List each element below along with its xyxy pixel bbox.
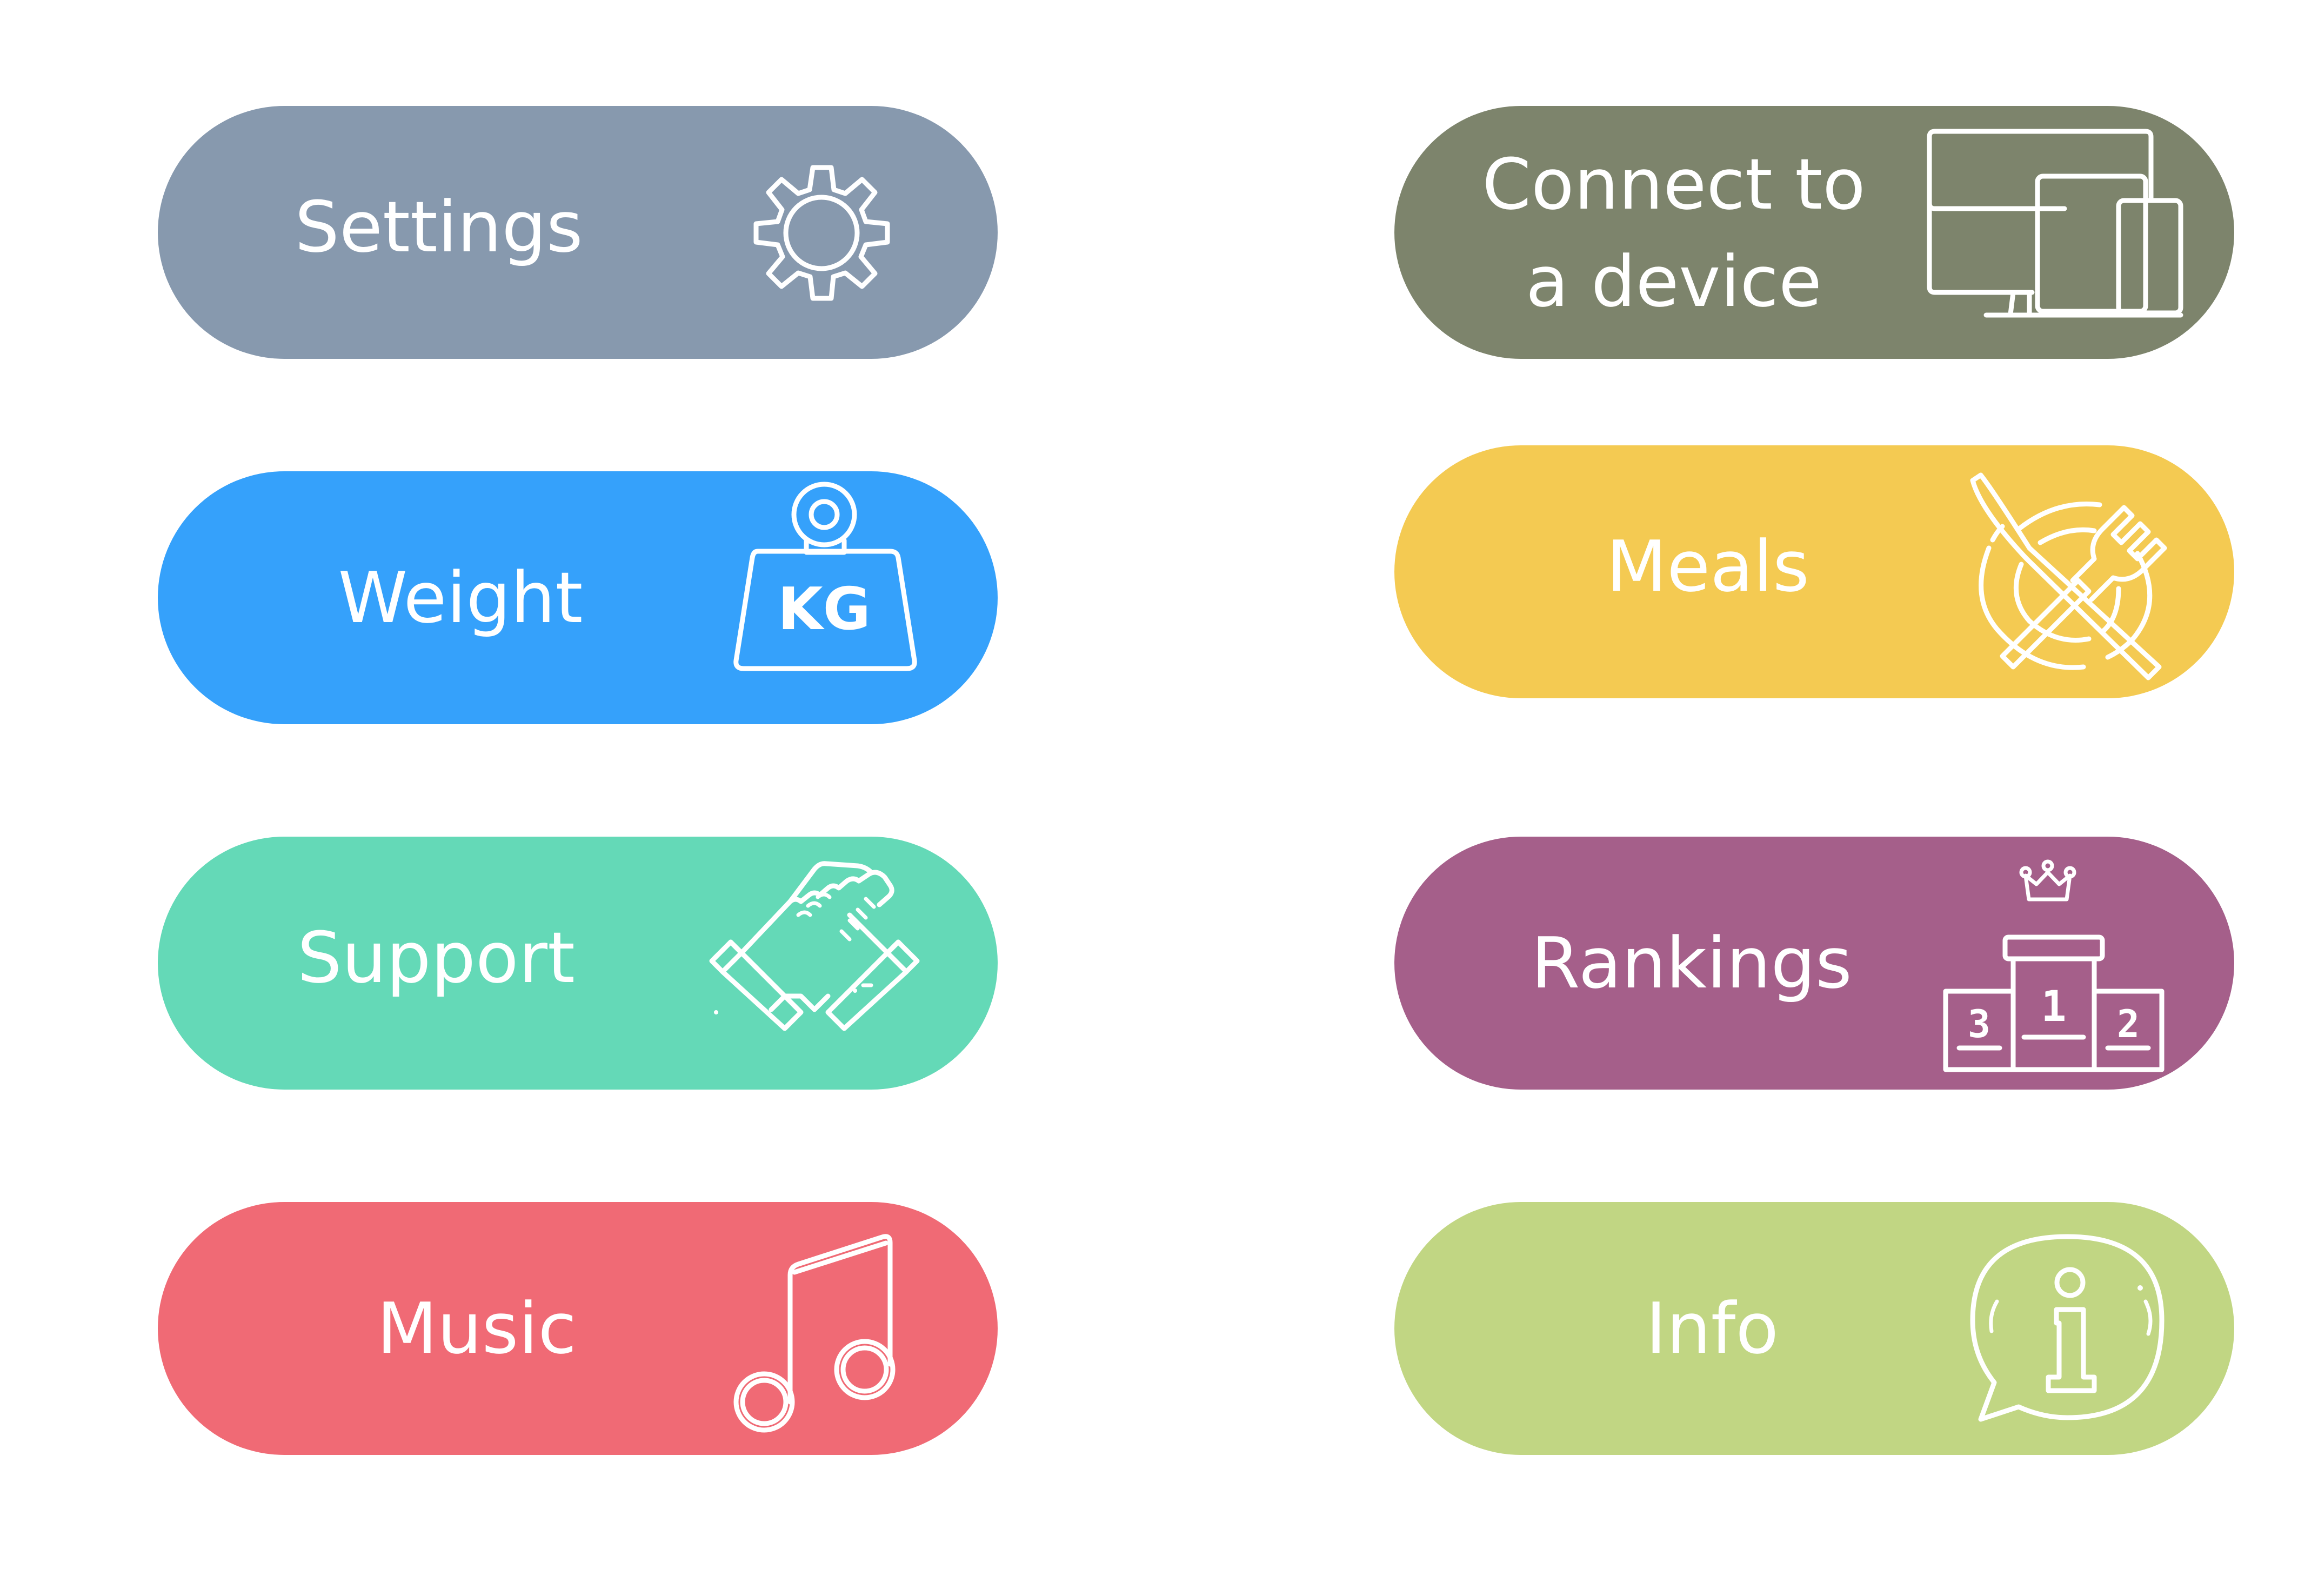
weight-label: Weight (338, 557, 583, 639)
info-chat-icon (1967, 1220, 2178, 1437)
connect-device-line-1: Connect to (1482, 143, 1866, 225)
music-button[interactable]: Music (158, 1202, 998, 1455)
connect-device-label: Connect to a device (1482, 136, 1865, 330)
rankings-button[interactable]: Rankings 1 3 2 (1394, 837, 2234, 1090)
music-note-icon (720, 1224, 914, 1440)
kg-weight-icon: KG (725, 482, 931, 687)
meals-button[interactable]: Meals (1394, 445, 2234, 698)
podium-third-text: 3 (1968, 1002, 1990, 1046)
meals-label: Meals (1606, 525, 1809, 607)
rankings-label: Rankings (1531, 922, 1852, 1004)
weight-button[interactable]: Weight KG (158, 471, 998, 724)
support-label: Support (297, 917, 575, 999)
podium-icon: 1 3 2 (1940, 845, 2167, 1078)
gear-icon (720, 133, 920, 333)
music-label: Music (377, 1287, 577, 1370)
devices-icon (1924, 129, 2194, 336)
support-button[interactable]: Support (158, 837, 998, 1090)
handshake-icon (685, 847, 944, 1074)
settings-button[interactable]: Settings (158, 106, 998, 359)
info-label: Info (1645, 1287, 1779, 1370)
info-button[interactable]: Info (1394, 1202, 2234, 1455)
podium-second-text: 2 (2117, 1002, 2140, 1046)
connect-device-button[interactable]: Connect to a device (1394, 106, 2234, 359)
kg-text: KG (778, 576, 871, 643)
settings-label: Settings (295, 186, 583, 268)
connect-device-line-2: a device (1525, 241, 1822, 323)
plate-cutlery-icon (1959, 467, 2175, 683)
podium-first-text: 1 (2041, 983, 2067, 1031)
